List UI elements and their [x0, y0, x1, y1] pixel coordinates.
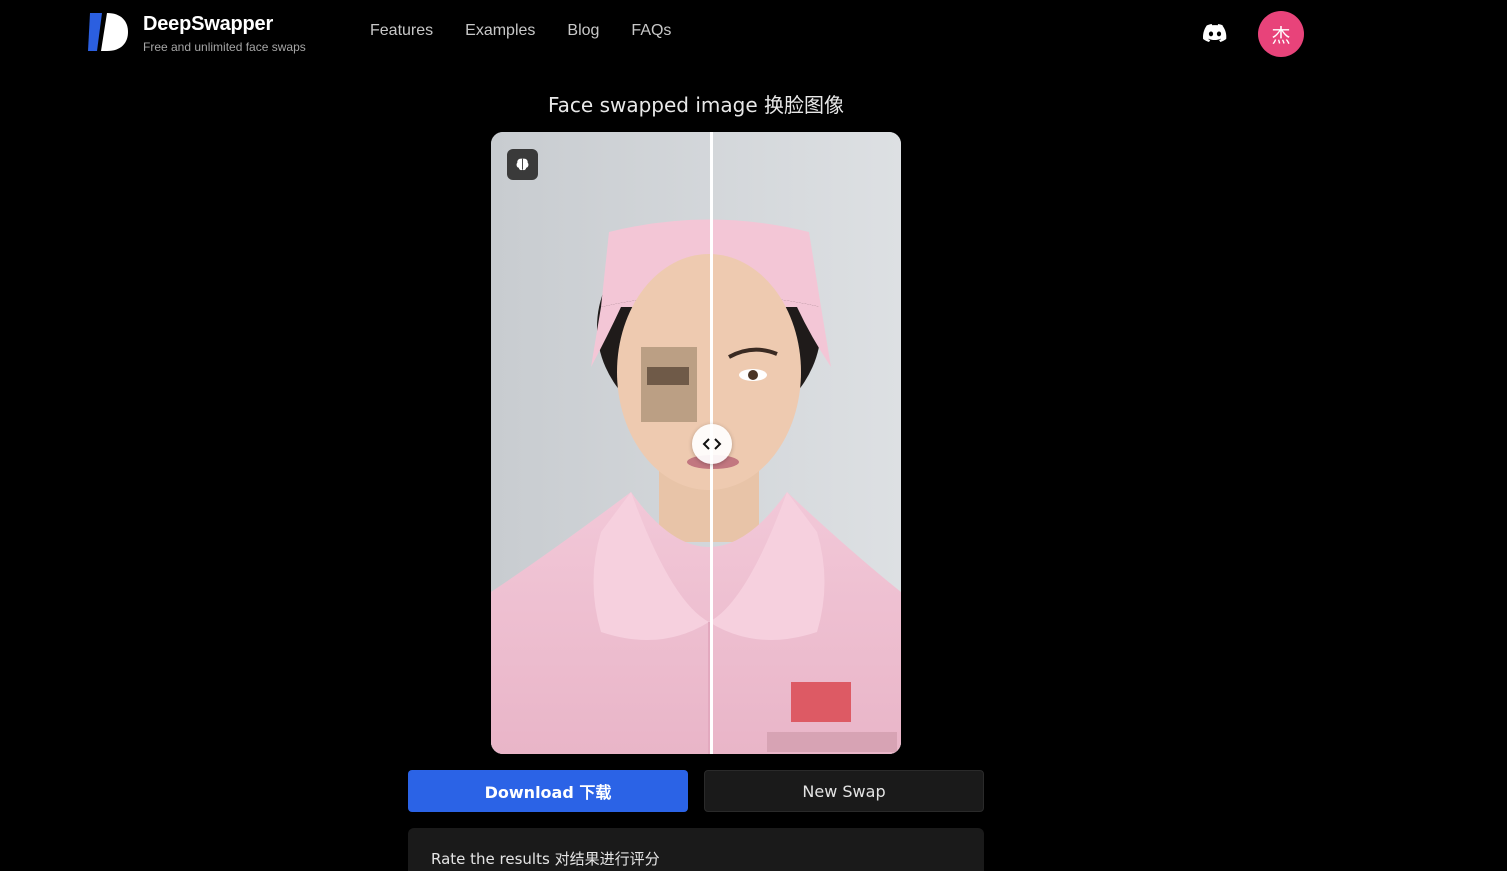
- nav-examples[interactable]: Examples: [465, 22, 535, 40]
- new-swap-button[interactable]: New Swap: [704, 770, 984, 812]
- face-compare-viewer[interactable]: [491, 132, 901, 754]
- download-button[interactable]: Download 下载: [408, 770, 688, 812]
- page: DeepSwapper Free and unlimited face swap…: [0, 0, 1507, 871]
- discord-icon[interactable]: [1203, 24, 1227, 42]
- rating-label: Rate the results 对结果进行评分: [431, 850, 660, 868]
- chevrons-left-right-icon: [702, 438, 722, 450]
- nav-features[interactable]: Features: [370, 22, 433, 40]
- page-title: Face swapped image 换脸图像: [547, 93, 844, 117]
- compare-slider-handle[interactable]: [692, 424, 732, 464]
- rating-panel: Rate the results 对结果进行评分: [408, 828, 984, 871]
- deepswapper-logo[interactable]: [88, 13, 128, 51]
- brand-name[interactable]: DeepSwapper: [143, 13, 273, 36]
- main-nav: Features Examples Blog FAQs: [370, 22, 671, 40]
- nav-faqs[interactable]: FAQs: [631, 22, 671, 40]
- brain-icon: [516, 158, 529, 171]
- nav-blog[interactable]: Blog: [567, 22, 599, 40]
- user-avatar[interactable]: 杰: [1258, 11, 1304, 57]
- ai-badge-button[interactable]: [507, 149, 538, 180]
- brand-tagline: Free and unlimited face swaps: [143, 40, 306, 54]
